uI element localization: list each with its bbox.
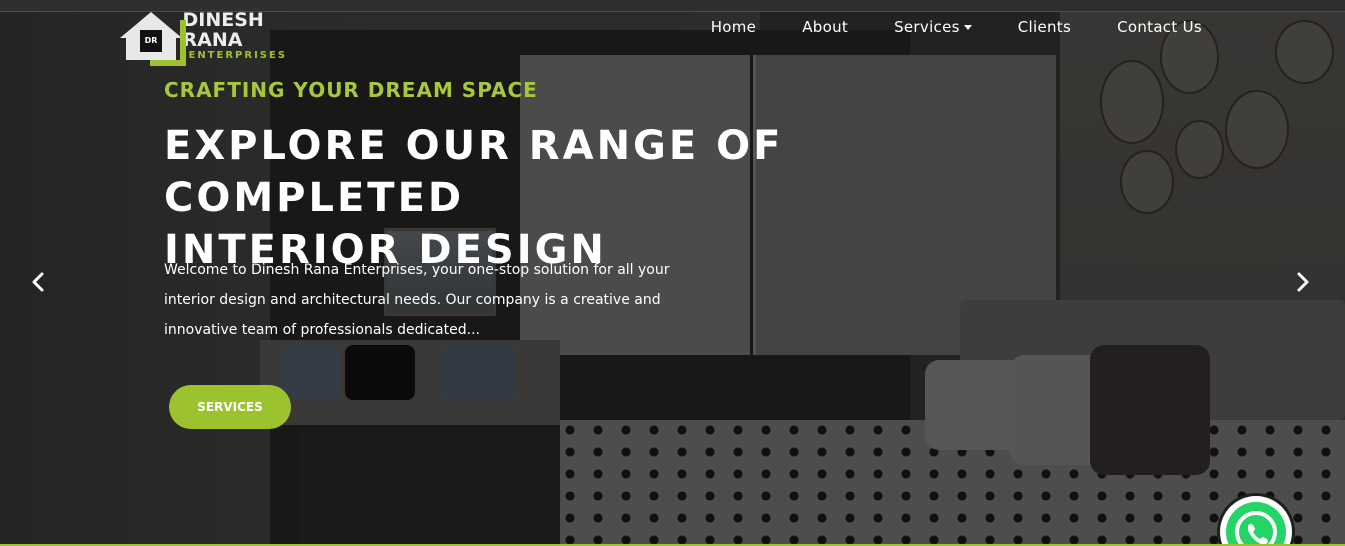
hero-carousel: DR DINESH RANA ENTERPRISES Home About Se… bbox=[0, 0, 1345, 546]
brand-name: DINESH RANA bbox=[182, 9, 264, 51]
nav-label: Services bbox=[894, 18, 960, 36]
nav-item-home[interactable]: Home bbox=[711, 18, 757, 36]
nav-item-clients[interactable]: Clients bbox=[1018, 18, 1071, 36]
services-button[interactable]: SERVICES bbox=[169, 385, 291, 429]
whatsapp-button[interactable] bbox=[1220, 496, 1292, 546]
hero-description: Welcome to Dinesh Rana Enterprises, your… bbox=[164, 262, 670, 338]
house-logo-icon: DR bbox=[118, 10, 186, 66]
chevron-left-icon bbox=[32, 272, 44, 292]
main-nav: Home About Services Clients Contact Us bbox=[711, 18, 1202, 36]
nav-item-services[interactable]: Services bbox=[894, 18, 972, 36]
carousel-next-button[interactable] bbox=[1291, 270, 1315, 294]
nav-label: About bbox=[802, 18, 849, 36]
hero-kicker: CRAFTING YOUR DREAM SPACE bbox=[164, 78, 538, 102]
hero-headline: EXPLORE OUR RANGE OF COMPLETED INTERIOR … bbox=[164, 120, 1084, 276]
brand-subtitle: ENTERPRISES bbox=[188, 50, 288, 61]
carousel-prev-button[interactable] bbox=[26, 270, 50, 294]
nav-label: Contact Us bbox=[1117, 18, 1202, 36]
chevron-right-icon bbox=[1297, 272, 1309, 292]
nav-label: Clients bbox=[1017, 18, 1072, 36]
nav-item-contact-us[interactable]: Contact Us bbox=[1117, 18, 1202, 36]
logo-initials: DR bbox=[140, 30, 162, 52]
caret-down-icon bbox=[963, 24, 972, 30]
nav-label: Home bbox=[710, 18, 757, 36]
whatsapp-icon bbox=[1226, 502, 1286, 546]
brand-logo[interactable]: DR DINESH RANA ENTERPRISES bbox=[118, 9, 318, 66]
nav-item-about[interactable]: About bbox=[802, 18, 848, 36]
hero-headline-line-1: EXPLORE OUR RANGE OF COMPLETED bbox=[164, 123, 784, 221]
